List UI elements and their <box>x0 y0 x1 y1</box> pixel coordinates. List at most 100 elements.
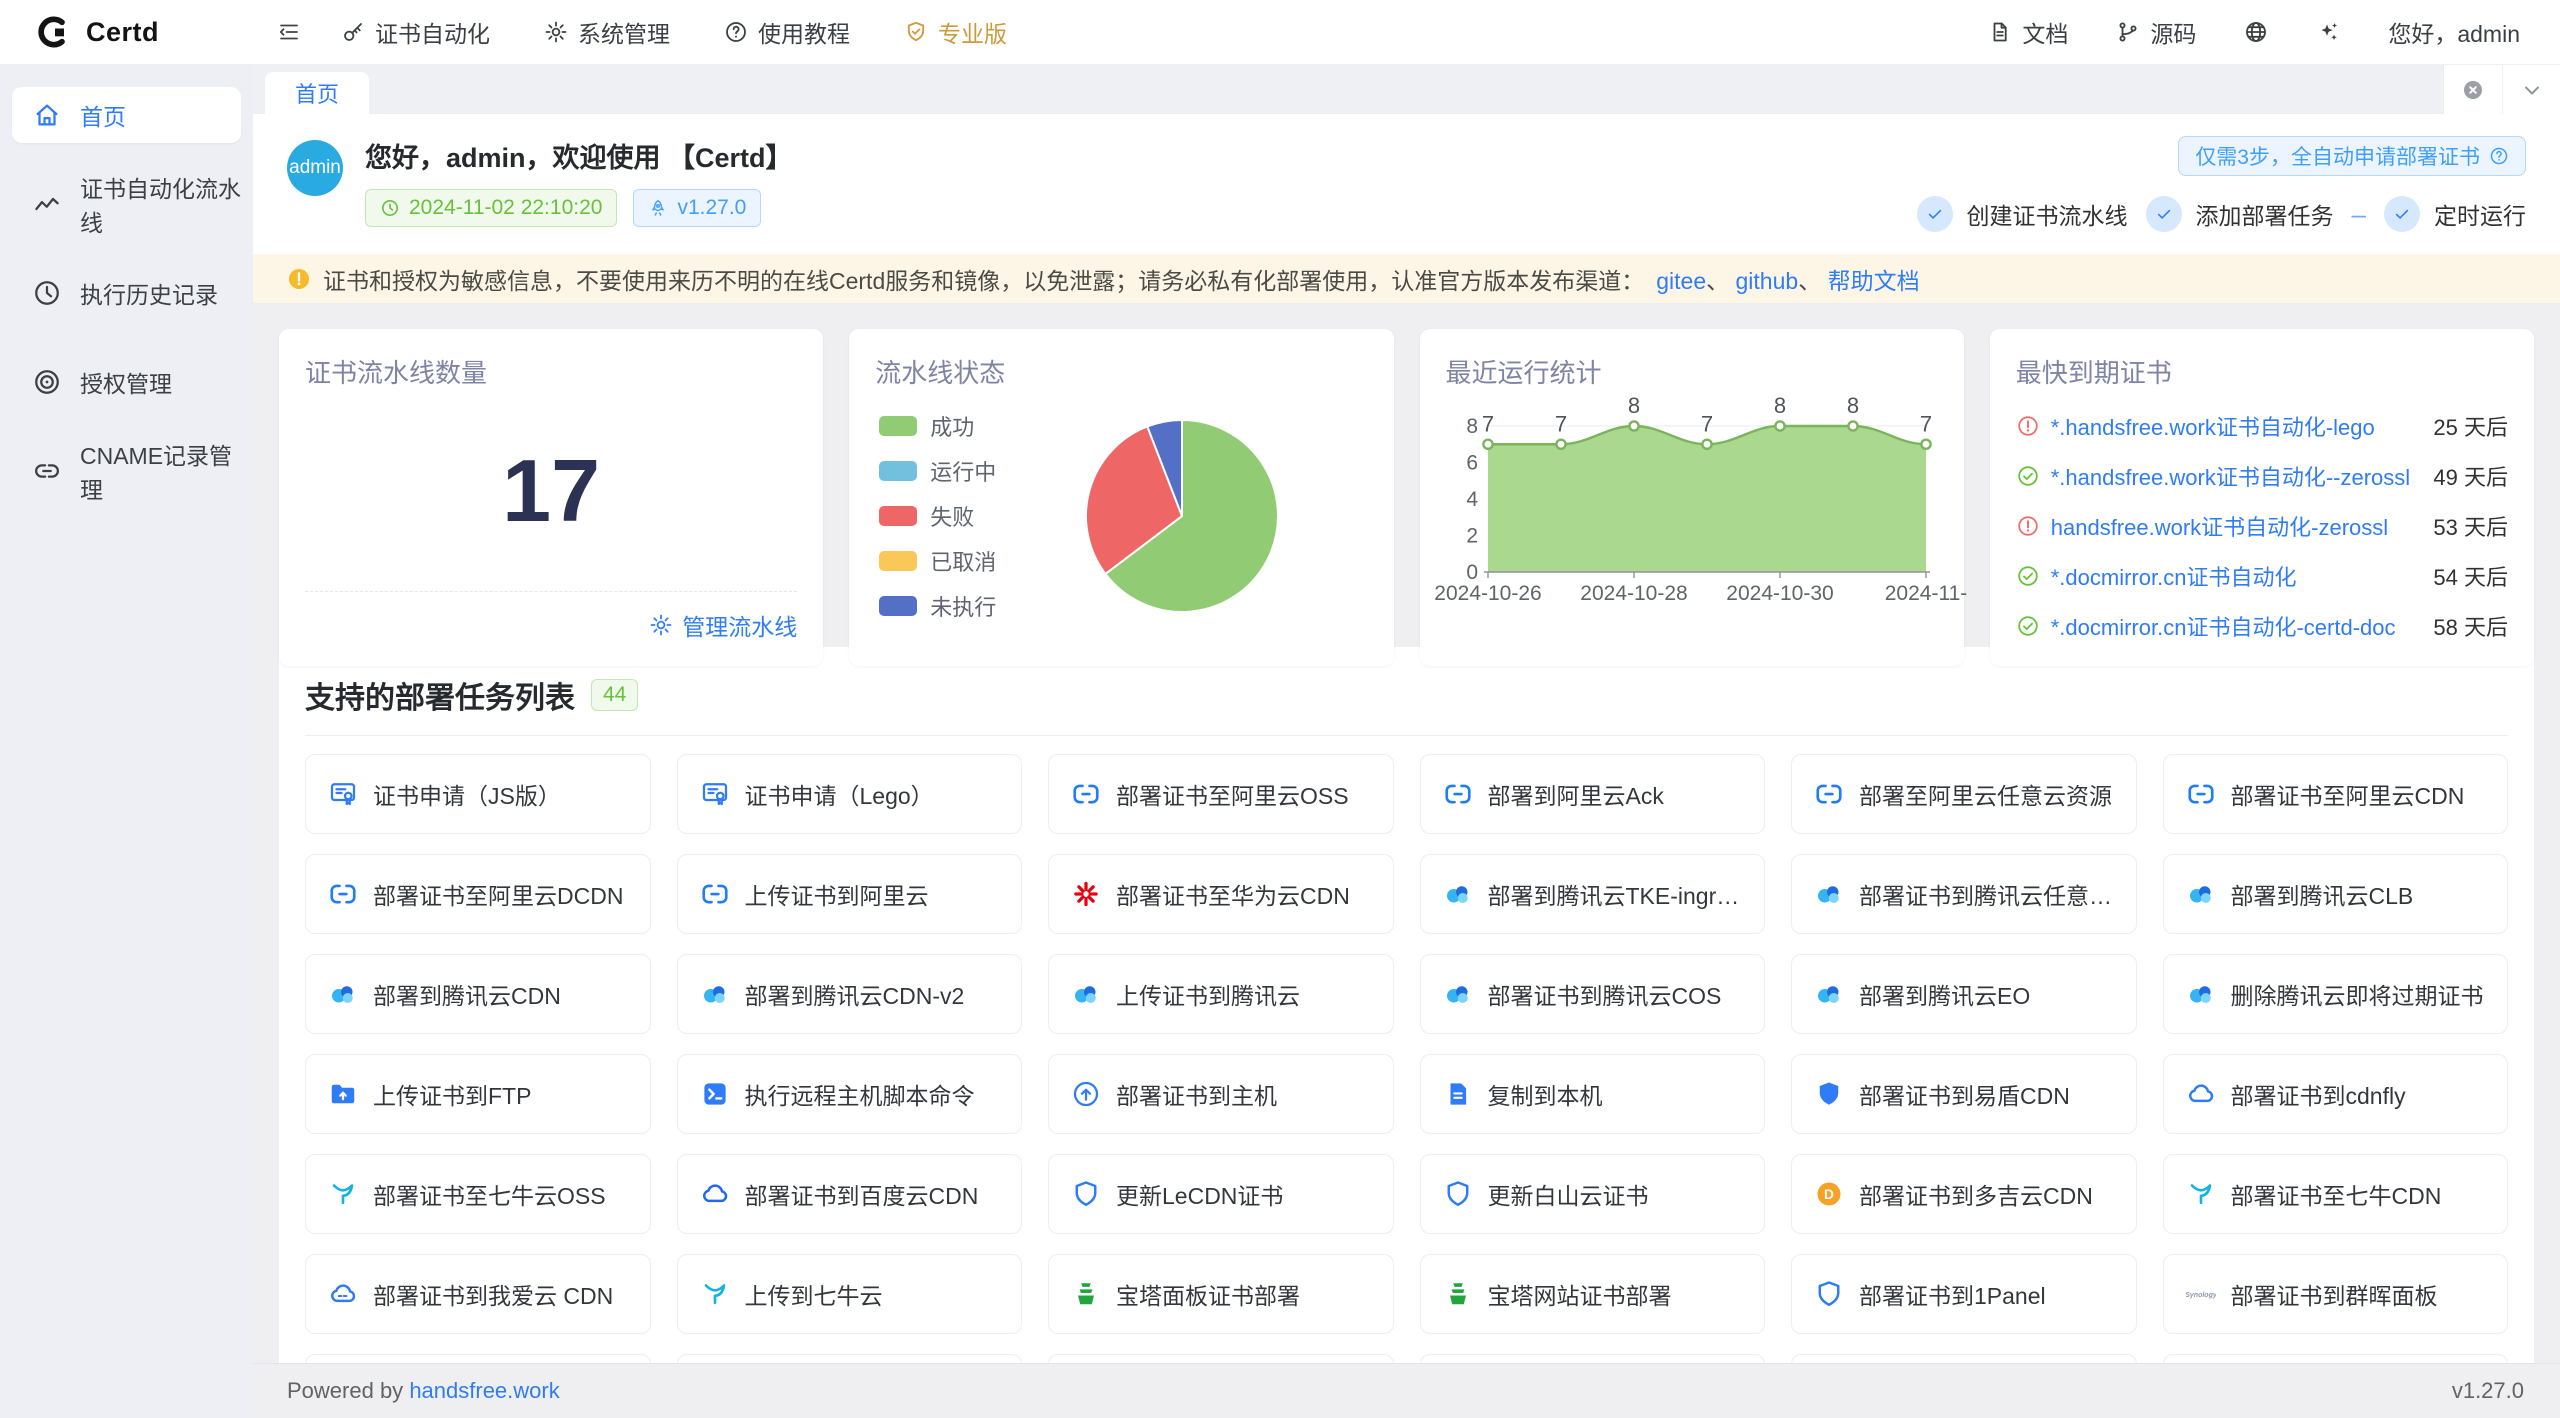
notice-link-gitee[interactable]: gitee <box>1656 268 1706 294</box>
task-card-partial[interactable] <box>2163 1354 2509 1363</box>
task-card-partial[interactable] <box>677 1354 1023 1363</box>
svg-text:6: 6 <box>1466 452 1478 475</box>
card-footer: 管理流水线 <box>305 591 797 642</box>
task-card[interactable]: 宝塔网站证书部署 <box>1420 1254 1766 1334</box>
cert-name-link[interactable]: handsfree.work证书自动化-zerossl <box>2051 510 2417 542</box>
legend-item-已取消[interactable]: 已取消 <box>879 545 996 577</box>
task-card[interactable]: 上传证书到阿里云 <box>677 854 1023 934</box>
task-card[interactable]: 部署到腾讯云CDN <box>305 954 651 1034</box>
task-card[interactable]: Synology部署证书到群晖面板 <box>2163 1254 2509 1334</box>
task-card[interactable]: 部署证书到易盾CDN <box>1791 1054 2137 1134</box>
cert-icon <box>700 779 730 809</box>
legend-item-失败[interactable]: 失败 <box>879 500 996 532</box>
task-card[interactable]: 部署证书到我爱云 CDN <box>305 1254 651 1334</box>
legend-item-成功[interactable]: 成功 <box>879 410 996 442</box>
task-card-partial[interactable] <box>1048 1354 1394 1363</box>
task-card[interactable]: 部署至阿里云任意云资源 <box>1791 754 2137 834</box>
trend-icon <box>32 189 62 219</box>
task-card[interactable]: 上传证书到腾讯云 <box>1048 954 1394 1034</box>
task-card[interactable]: 部署证书到腾讯云COS <box>1420 954 1766 1034</box>
task-card-partial[interactable] <box>1791 1354 2137 1363</box>
task-card[interactable]: 部署证书到1Panel <box>1791 1254 2137 1334</box>
tab-home[interactable]: 首页 <box>265 72 369 114</box>
notice-text: 证书和授权为敏感信息，不要使用来历不明的在线Certd服务和镜像，以免泄露；请务… <box>323 262 1644 296</box>
task-card[interactable]: 部署到腾讯云EO <box>1791 954 2137 1034</box>
task-card[interactable]: 更新白山云证书 <box>1420 1154 1766 1234</box>
task-card[interactable]: D部署证书到多吉云CDN <box>1791 1154 2137 1234</box>
task-card[interactable]: 证书申请（JS版） <box>305 754 651 834</box>
task-card[interactable]: 部署证书到腾讯云任意云资源 <box>1791 854 2137 934</box>
guide-badge[interactable]: 仅需3步，全自动申请部署证书 <box>2178 136 2526 176</box>
nav-right-sparkles-icon[interactable] <box>2316 20 2340 44</box>
task-card[interactable]: 部署到阿里云Ack <box>1420 754 1766 834</box>
nav-item-系统管理[interactable]: 系统管理 <box>544 15 670 49</box>
task-card[interactable]: 部署证书到百度云CDN <box>677 1154 1023 1234</box>
task-label: 宝塔网站证书部署 <box>1488 1277 1672 1311</box>
menu-collapse-icon[interactable] <box>277 20 301 44</box>
task-card[interactable]: 部署证书到主机 <box>1048 1054 1394 1134</box>
sidebar-item-证书自动化流水线[interactable]: 证书自动化流水线 <box>12 176 241 232</box>
sidebar-item-授权管理[interactable]: 授权管理 <box>12 354 241 410</box>
task-card-partial[interactable] <box>1420 1354 1766 1363</box>
nav-right-源码[interactable]: 源码 <box>2116 15 2196 49</box>
avatar[interactable]: admin <box>287 140 343 196</box>
manage-pipelines-link[interactable]: 管理流水线 <box>649 608 797 642</box>
cert-name-link[interactable]: *.docmirror.cn证书自动化-certd-doc <box>2051 610 2417 642</box>
cert-name-link[interactable]: *.handsfree.work证书自动化--zerossl <box>2051 460 2417 492</box>
task-card[interactable]: 执行远程主机脚本命令 <box>677 1054 1023 1134</box>
copy-doc-icon <box>1443 1079 1473 1109</box>
task-card[interactable]: 上传到七牛云 <box>677 1254 1023 1334</box>
svg-text:0: 0 <box>1466 561 1478 584</box>
task-card[interactable]: 复制到本机 <box>1420 1054 1766 1134</box>
task-card[interactable]: 部署证书至阿里云OSS <box>1048 754 1394 834</box>
task-card[interactable]: 删除腾讯云即将过期证书 <box>2163 954 2509 1034</box>
cert-name-link[interactable]: *.docmirror.cn证书自动化 <box>2051 560 2417 592</box>
nav-item-使用教程[interactable]: 使用教程 <box>724 15 850 49</box>
cert-name-link[interactable]: *.handsfree.work证书自动化-lego <box>2051 410 2417 442</box>
task-card[interactable]: 更新LeCDN证书 <box>1048 1154 1394 1234</box>
task-card[interactable]: 部署到腾讯云CDN-v2 <box>677 954 1023 1034</box>
user-greeting[interactable]: 您好，admin <box>2388 15 2520 49</box>
sidebar-item-首页[interactable]: 首页 <box>12 87 241 143</box>
nav-right-文档[interactable]: 文档 <box>1988 15 2068 49</box>
qiniu-icon <box>328 1179 358 1209</box>
nav-item-证书自动化[interactable]: 证书自动化 <box>341 15 490 49</box>
nav-right-globe-icon[interactable] <box>2244 20 2268 44</box>
task-card[interactable]: 宝塔面板证书部署 <box>1048 1254 1394 1334</box>
task-card[interactable]: 部署证书至七牛CDN <box>2163 1154 2509 1234</box>
task-card[interactable]: 证书申请（Lego） <box>677 754 1023 834</box>
error-circle-icon <box>2016 414 2040 438</box>
warning-icon <box>287 267 311 291</box>
expiring-cert-row: handsfree.work证书自动化-zerossl53 天后 <box>2016 510 2508 542</box>
svg-text:7: 7 <box>1481 411 1493 436</box>
quick-step-2[interactable]: 添加部署任务 <box>2146 196 2334 232</box>
close-tab-button[interactable] <box>2444 65 2502 114</box>
task-card[interactable]: 部署到腾讯云CLB <box>2163 854 2509 934</box>
tencent-icon <box>2186 879 2216 909</box>
success-circle-icon <box>2016 464 2040 488</box>
handsfree-link[interactable]: handsfree.work <box>409 1378 559 1403</box>
notice-link-github[interactable]: github <box>1736 268 1799 294</box>
quick-step-3[interactable]: 定时运行 <box>2384 196 2526 232</box>
task-card-partial[interactable] <box>305 1354 651 1363</box>
scroll-area[interactable]: 证书流水线数量 17 管理流水线 流水线状态 成功运行中失败已取消未执行 <box>253 303 2560 1363</box>
task-card[interactable]: 上传证书到FTP <box>305 1054 651 1134</box>
app-logo[interactable]: Certd <box>0 12 253 52</box>
task-label: 上传证书到阿里云 <box>745 877 929 911</box>
tab-list-dropdown-button[interactable] <box>2502 65 2560 114</box>
task-card[interactable]: 部署证书至华为云CDN <box>1048 854 1394 934</box>
notice-link-帮助文档[interactable]: 帮助文档 <box>1828 268 1920 294</box>
stat-cards-row: 证书流水线数量 17 管理流水线 流水线状态 成功运行中失败已取消未执行 <box>279 329 2534 621</box>
task-card[interactable]: 部署证书至七牛云OSS <box>305 1154 651 1234</box>
legend-item-运行中[interactable]: 运行中 <box>879 455 996 487</box>
legend-item-未执行[interactable]: 未执行 <box>879 590 996 622</box>
task-card[interactable]: 部署证书至阿里云CDN <box>2163 754 2509 834</box>
task-card[interactable]: 部署证书至阿里云DCDN <box>305 854 651 934</box>
sidebar-item-执行历史记录[interactable]: 执行历史记录 <box>12 265 241 321</box>
sidebar-item-CNAME记录管理[interactable]: CNAME记录管理 <box>12 443 241 499</box>
task-card[interactable]: 部署证书到cdnfly <box>2163 1054 2509 1134</box>
quick-step-1[interactable]: 创建证书流水线 <box>1917 196 2128 232</box>
task-card[interactable]: 部署到腾讯云TKE-ingress <box>1420 854 1766 934</box>
nav-item-专业版[interactable]: 专业版 <box>904 15 1007 49</box>
step-check-icon <box>2384 196 2420 232</box>
